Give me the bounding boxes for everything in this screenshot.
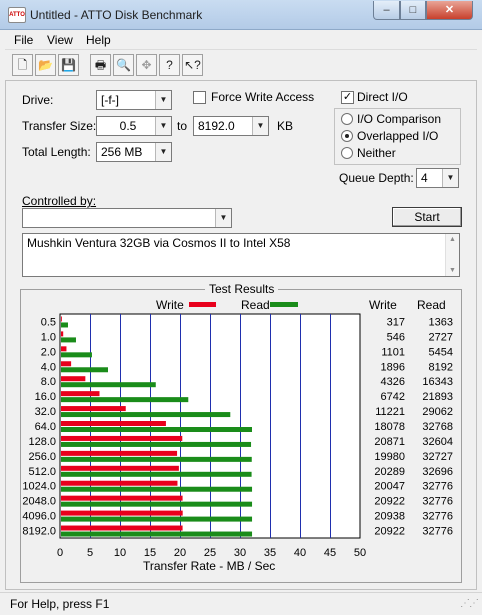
transfer-size-label: 512.0 — [28, 466, 56, 478]
status-text: For Help, press F1 — [10, 597, 110, 611]
x-tick-label: 0 — [57, 547, 63, 559]
write-value: 1101 — [381, 346, 405, 358]
read-bar — [61, 322, 68, 328]
read-bar — [61, 337, 76, 343]
transfer-size-label: 4096.0 — [22, 511, 56, 523]
write-bar — [61, 406, 126, 412]
write-bar — [61, 391, 100, 397]
write-value: 4326 — [381, 376, 405, 388]
write-value: 11221 — [375, 406, 405, 418]
write-bar — [61, 361, 72, 367]
x-axis-label: Transfer Rate - MB / Sec — [143, 559, 276, 573]
read-value: 32727 — [422, 451, 453, 463]
read-bar — [61, 367, 108, 373]
x-tick-label: 50 — [354, 547, 366, 559]
transfer-size-label: 4.0 — [41, 361, 56, 373]
read-bar — [61, 486, 253, 492]
read-bar — [61, 531, 253, 537]
x-tick-label: 15 — [144, 547, 156, 559]
read-value: 29062 — [422, 406, 453, 418]
read-bar — [61, 427, 252, 432]
write-bar — [61, 465, 179, 471]
x-tick-label: 25 — [204, 547, 216, 559]
transfer-size-label: 1.0 — [41, 331, 56, 343]
read-bar — [61, 456, 252, 462]
write-value: 20871 — [374, 436, 405, 448]
transfer-size-label: 2048.0 — [22, 496, 56, 508]
read-value: 21893 — [422, 391, 453, 403]
status-bar: For Help, press F1 ⋰⋰ — [0, 592, 482, 615]
write-value: 6742 — [381, 391, 405, 403]
transfer-size-label: 1024.0 — [22, 481, 56, 493]
read-value: 32776 — [422, 496, 453, 508]
write-value: 20289 — [374, 466, 405, 478]
write-bar — [61, 480, 178, 486]
transfer-size-label: 8192.0 — [22, 526, 56, 538]
transfer-size-label: 2.0 — [41, 346, 56, 358]
transfer-size-label: 256.0 — [28, 451, 56, 463]
write-bar — [61, 525, 183, 531]
write-value: 546 — [387, 331, 405, 343]
read-value: 8192 — [429, 361, 453, 373]
read-bar — [61, 382, 156, 388]
read-value: 16343 — [422, 376, 453, 388]
read-bar — [61, 471, 252, 477]
write-value: 20938 — [374, 511, 405, 523]
transfer-size-label: 0.5 — [41, 316, 56, 328]
write-bar — [61, 510, 183, 516]
x-tick-label: 40 — [294, 547, 306, 559]
read-value: 2727 — [429, 331, 453, 343]
write-bar — [61, 376, 86, 382]
write-bar — [61, 421, 166, 426]
read-value: 5454 — [429, 346, 453, 358]
transfer-rate-chart: 0 5 10 15 20 25 30 35 40 45 50 0.5 317 1363 1.0 546 2727… — [22, 313, 453, 559]
write-value: 19980 — [374, 451, 405, 463]
transfer-size-label: 16.0 — [35, 391, 56, 403]
x-tick-label: 30 — [234, 547, 246, 559]
x-tick-label: 20 — [174, 547, 186, 559]
read-bar — [61, 352, 92, 358]
read-bar — [61, 501, 253, 507]
x-tick-label: 5 — [87, 547, 93, 559]
transfer-size-label: 128.0 — [28, 436, 56, 448]
read-value: 32776 — [422, 511, 453, 523]
read-value: 32768 — [422, 421, 453, 433]
read-bar — [61, 441, 252, 447]
transfer-size-label: 8.0 — [41, 376, 56, 388]
read-bar — [61, 516, 253, 522]
x-tick-label: 45 — [324, 547, 336, 559]
x-tick-label: 35 — [264, 547, 276, 559]
read-bar — [61, 397, 189, 403]
write-bar — [61, 450, 178, 456]
resize-grip-icon[interactable]: ⋰⋰ — [460, 598, 479, 609]
write-bar — [61, 346, 67, 352]
write-value: 317 — [387, 316, 405, 328]
read-value: 32604 — [422, 436, 453, 448]
write-value: 18078 — [374, 421, 405, 433]
write-bar — [61, 331, 64, 337]
write-bar — [61, 435, 183, 441]
write-value: 20047 — [374, 481, 405, 493]
write-value: 1896 — [381, 361, 405, 373]
transfer-size-label: 64.0 — [35, 421, 56, 433]
transfer-size-label: 32.0 — [35, 406, 56, 418]
write-value: 20922 — [374, 526, 405, 538]
read-value: 32696 — [422, 466, 453, 478]
write-bar — [61, 316, 62, 322]
write-value: 20922 — [374, 496, 405, 508]
read-bar — [61, 412, 231, 418]
read-value: 32776 — [422, 526, 453, 538]
write-bar — [61, 495, 183, 501]
read-value: 32776 — [422, 481, 453, 493]
x-tick-label: 10 — [114, 547, 126, 559]
read-value: 1363 — [429, 316, 453, 328]
